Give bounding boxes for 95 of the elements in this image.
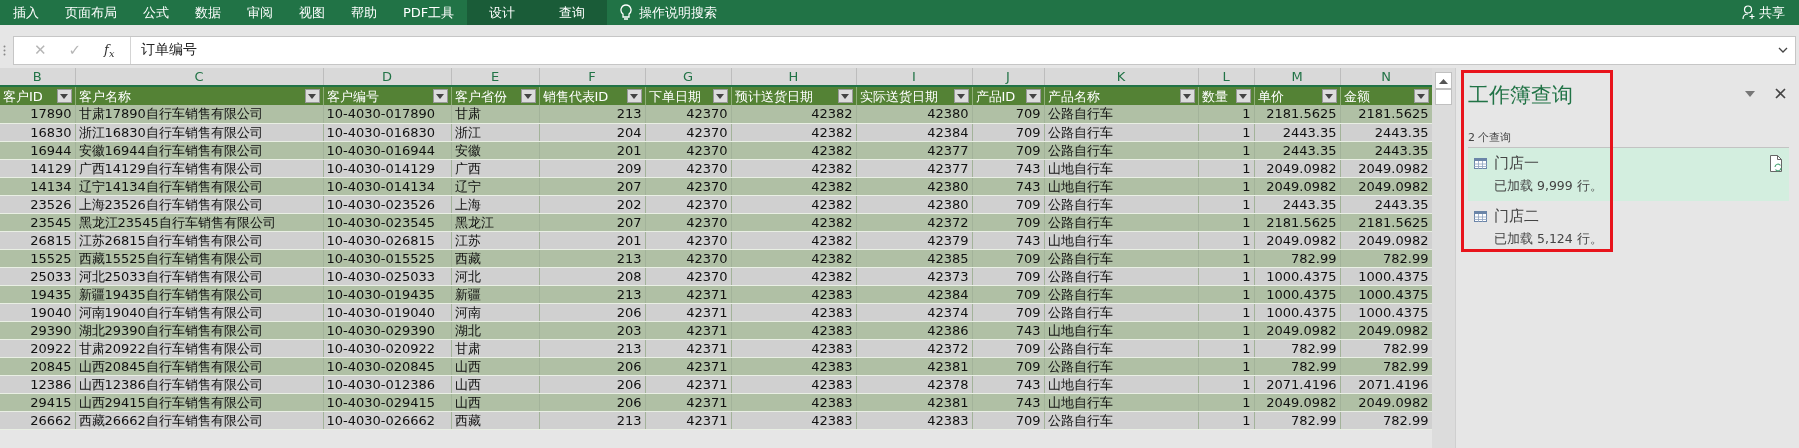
caret-icon [436,93,444,99]
filter-button[interactable] [626,89,642,103]
ribbon-tab[interactable]: 审阅 [234,0,286,25]
column-header: 预计送货日期 [734,87,813,105]
share-button[interactable]: 共享 [1728,0,1799,25]
query-status: 已加载 5,124 行。 [1493,229,1604,248]
filter-button[interactable] [1025,89,1041,103]
column-letter[interactable]: F [539,68,645,86]
filter-button[interactable] [1235,89,1251,103]
query-name: 门店一 [1493,153,1540,174]
scrollbar-thumb[interactable] [1435,89,1452,105]
table-cell: 42370 [645,105,731,123]
ribbon-tab[interactable]: 视图 [286,0,338,25]
grip-icon [3,44,7,56]
caret-icon [957,93,965,99]
caret-icon [524,93,532,99]
close-icon[interactable] [1774,88,1786,100]
column-letter[interactable]: G [645,68,731,86]
up-arrow-icon [1439,77,1448,84]
column-header: 数量 [1201,87,1228,105]
table-cell: 公路自行车 [1044,105,1198,123]
lightbulb-icon [620,4,633,21]
column-header: 实际送货日期 [859,87,938,105]
caret-icon [1325,93,1333,99]
table-cell: 甘肃 [451,105,539,123]
ribbon-tab[interactable]: 设计 [467,0,538,25]
column-letter[interactable]: N [1340,68,1432,86]
caret-icon [630,93,638,99]
table-cell: 10-4030-017890 [323,105,451,123]
ribbon-tab[interactable]: 帮助 [338,0,390,25]
query-item[interactable]: 门店二 已加载 5,124 行。 [1468,201,1789,255]
table-cell: 42382 [731,105,856,123]
ribbon-tab[interactable]: 查询 [537,0,608,25]
column-letter[interactable]: B [0,68,75,86]
filter-button[interactable] [1179,89,1195,103]
column-header: 销售代表ID [542,87,609,105]
column-letter[interactable]: L [1198,68,1254,86]
column-header: 客户ID [3,87,43,105]
ribbon-tab[interactable]: 数据 [182,0,234,25]
column-letter[interactable]: M [1254,68,1340,86]
filter-button[interactable] [953,89,969,103]
column-letter[interactable]: C [75,68,323,86]
column-header: 金额 [1343,87,1370,105]
column-header: 单价 [1257,87,1284,105]
ribbon-tab[interactable]: PDF工具 [390,0,468,25]
caret-icon [1239,93,1247,99]
query-name: 门店二 [1493,206,1540,228]
filter-button[interactable] [304,89,320,103]
table-cell: 213 [539,105,645,123]
query-item[interactable]: 门店一 已加载 9,999 行。 [1468,148,1789,202]
pane-title: 工作簿查询 [1468,82,1574,109]
refresh-icon[interactable] [1770,154,1783,172]
filter-button[interactable] [56,89,72,103]
table-cell: 42380 [856,105,972,123]
column-letter[interactable]: E [451,68,539,86]
column-header: 产品名称 [1047,87,1100,105]
column-letter[interactable]: D [323,68,451,86]
table-icon [1474,211,1487,222]
caret-icon [308,93,316,99]
column-letter[interactable]: J [972,68,1044,86]
caret-icon [1029,93,1037,99]
ribbon-tab[interactable]: 公式 [130,0,182,25]
column-letter[interactable]: I [856,68,972,86]
column-header: 产品ID [975,87,1016,105]
column-header: 下单日期 [648,87,701,105]
filter-button[interactable] [712,89,728,103]
column-header: 客户编号 [326,87,379,105]
column-letter[interactable]: K [1044,68,1198,86]
ribbon-tab[interactable]: 页面布局 [52,0,130,25]
caret-icon [60,93,68,99]
caret-icon [1183,93,1191,99]
scroll-up-button[interactable] [1435,72,1452,89]
filter-button[interactable] [432,89,448,103]
query-status: 已加载 9,999 行。 [1493,176,1604,195]
column-header: 客户省份 [454,87,507,105]
caret-icon [1417,93,1425,99]
table-cell: 1 [1198,105,1254,123]
tell-me-search[interactable]: 操作说明搜索 [638,2,717,23]
caret-icon [841,93,849,99]
table-icon [1474,157,1487,169]
dropdown-icon[interactable] [1745,90,1756,97]
filter-button[interactable] [1321,89,1337,103]
filter-button[interactable] [1413,89,1429,103]
table-cell: 17890 [0,105,75,123]
table-cell: 2181.5625 [1254,105,1340,123]
table-cell: 甘肃17890自行车销售有限公司 [75,105,323,123]
column-header: 客户名称 [78,87,131,105]
table-cell: 2181.5625 [1340,105,1432,123]
filter-button[interactable] [837,89,853,103]
column-letter[interactable]: H [731,68,856,86]
filter-button[interactable] [520,89,536,103]
add-user-icon [1741,5,1756,20]
caret-icon [716,93,724,99]
table-cell: 709 [972,105,1044,123]
ribbon-tab[interactable]: 插入 [0,0,52,25]
